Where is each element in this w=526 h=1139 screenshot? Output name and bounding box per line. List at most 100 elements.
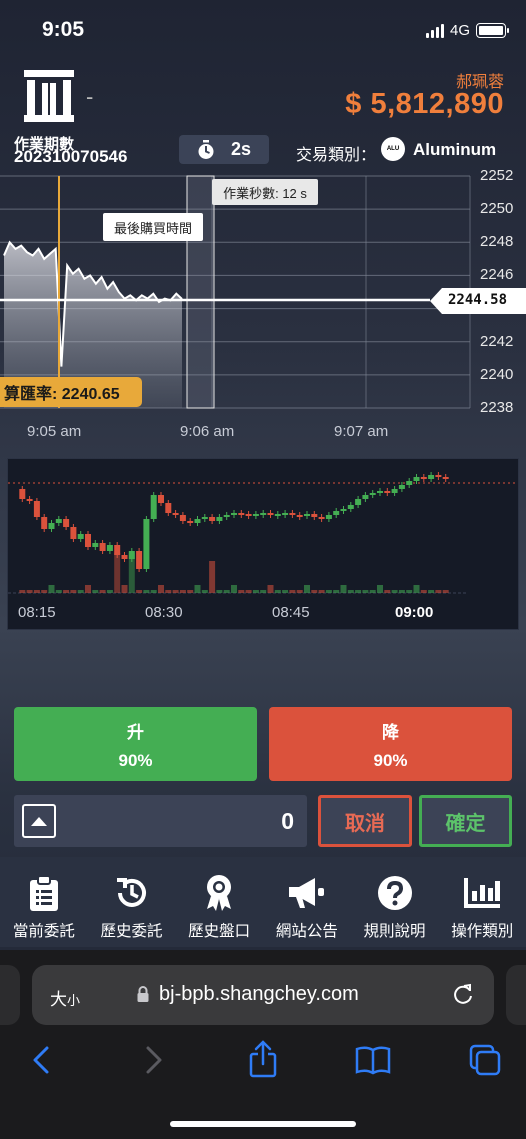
nav-label: 歷史委託 <box>100 923 163 940</box>
period-seconds-tooltip: 作業秒數: 12 s <box>212 179 318 205</box>
confirm-button[interactable]: 確定 <box>419 795 512 847</box>
x-tick-label: 9:06 am <box>180 423 235 440</box>
candle-body <box>362 495 369 499</box>
nav-order-history[interactable]: 歷史委託 <box>88 857 176 947</box>
volume-bar <box>304 585 310 593</box>
candle-body <box>391 489 398 493</box>
candle-body <box>238 513 245 515</box>
volume-bar <box>282 590 289 593</box>
candle-x-tick-label: 08:45 <box>272 604 310 621</box>
candle-body <box>143 519 150 569</box>
candlestick-chart <box>8 472 518 594</box>
volume-bar <box>223 590 230 593</box>
expand-up-icon[interactable] <box>22 804 56 838</box>
volume-bar <box>63 590 70 593</box>
previous-tab-preview[interactable] <box>0 965 20 1025</box>
candle-body <box>428 475 435 479</box>
volume-bar <box>289 590 296 593</box>
candle-body <box>26 499 33 501</box>
share-icon[interactable] <box>249 1040 277 1078</box>
status-time: 9:05 <box>42 18 85 41</box>
candle-body <box>19 489 26 499</box>
volume-bar <box>19 590 26 593</box>
volume-bar <box>333 590 340 593</box>
volume-bar <box>391 590 398 593</box>
candle-body <box>48 523 55 529</box>
cancel-button[interactable]: 取消 <box>318 795 412 847</box>
volume-bar <box>209 561 216 593</box>
candle-body <box>92 543 99 547</box>
candle-body <box>267 513 274 515</box>
next-tab-preview[interactable] <box>506 965 526 1025</box>
home-indicator <box>170 1121 356 1127</box>
candle-x-tick-label: 09:00 <box>395 604 434 621</box>
reload-icon[interactable] <box>452 982 474 1006</box>
volume-bar <box>33 590 40 593</box>
bottom-nav: 當前委託 歷史委託 歷史盤口 網站公告 規則說明 操作類別 <box>0 857 526 947</box>
volume-bar <box>260 590 267 593</box>
tabs-icon[interactable] <box>469 1044 501 1076</box>
nav-market-history[interactable]: 歷史盤口 <box>175 857 263 947</box>
x-tick-label: 9:05 am <box>27 423 82 440</box>
volume-bar <box>325 590 332 593</box>
text-size-large: 大 <box>50 990 67 1009</box>
countdown-timer: 2s <box>179 135 269 164</box>
signal-icon <box>425 23 444 38</box>
volume-bar <box>296 590 303 593</box>
candle-body <box>347 505 354 509</box>
volume-bar <box>362 590 369 593</box>
y-tick-label: 2240 <box>480 365 514 383</box>
volume-bar <box>70 590 77 593</box>
volume-bar <box>48 585 55 593</box>
candle-body <box>33 501 40 517</box>
volume-bar <box>428 590 435 593</box>
volume-bar <box>41 590 48 593</box>
fall-button[interactable]: 降 90% <box>269 707 512 781</box>
candle-body <box>289 513 296 515</box>
candle-body <box>420 477 427 479</box>
volume-bar <box>172 590 179 593</box>
clipboard-icon <box>24 873 64 913</box>
period-value: 202310070546 <box>14 147 128 166</box>
nav-label: 網站公告 <box>275 923 338 940</box>
volume-bar <box>114 553 121 593</box>
volume-bar <box>231 585 237 593</box>
volume-bar <box>369 590 376 593</box>
logo-suffix: - <box>86 84 94 109</box>
trade-type-value[interactable]: Aluminum <box>413 140 496 160</box>
volume-bar <box>158 585 164 593</box>
nav-announcements[interactable]: 網站公告 <box>263 857 351 947</box>
nav-rules[interactable]: 規則說明 <box>351 857 439 947</box>
help-icon <box>375 873 415 913</box>
y-tick-label: 2248 <box>480 233 514 251</box>
volume-bar <box>252 590 259 593</box>
settlement-rate: 算匯率: 2240.65 <box>0 377 142 407</box>
back-icon[interactable] <box>33 1046 49 1074</box>
volume-bar <box>245 590 252 593</box>
rise-button[interactable]: 升 90% <box>14 707 257 781</box>
last-buy-tooltip: 最後購買時間 <box>103 213 203 241</box>
volume-bar <box>274 590 281 593</box>
nav-current-orders[interactable]: 當前委託 <box>0 857 88 947</box>
bookmarks-icon[interactable] <box>355 1046 391 1075</box>
candle-body <box>435 475 442 477</box>
candle-body <box>384 491 391 493</box>
text-size-small: 小 <box>67 993 81 1008</box>
volume-bar <box>194 585 201 593</box>
candle-body <box>77 534 84 539</box>
candle-body <box>311 514 318 517</box>
url-text[interactable]: bj-bpb.shangchey.com <box>159 983 359 1006</box>
candle-body <box>296 515 303 517</box>
volume-bar <box>143 590 150 593</box>
text-size-button[interactable]: 大小 <box>50 985 80 1010</box>
candle-body <box>274 514 281 516</box>
volume-bar <box>128 553 135 593</box>
candle-body <box>150 495 157 519</box>
volume-bar <box>106 590 113 593</box>
nav-trade-types[interactable]: 操作類別 <box>438 857 526 947</box>
candle-body <box>377 491 383 493</box>
candle-body <box>179 515 186 521</box>
trade-type-label: 交易類別： <box>296 147 377 164</box>
candle-body <box>406 481 413 485</box>
stopwatch-icon <box>198 139 214 159</box>
